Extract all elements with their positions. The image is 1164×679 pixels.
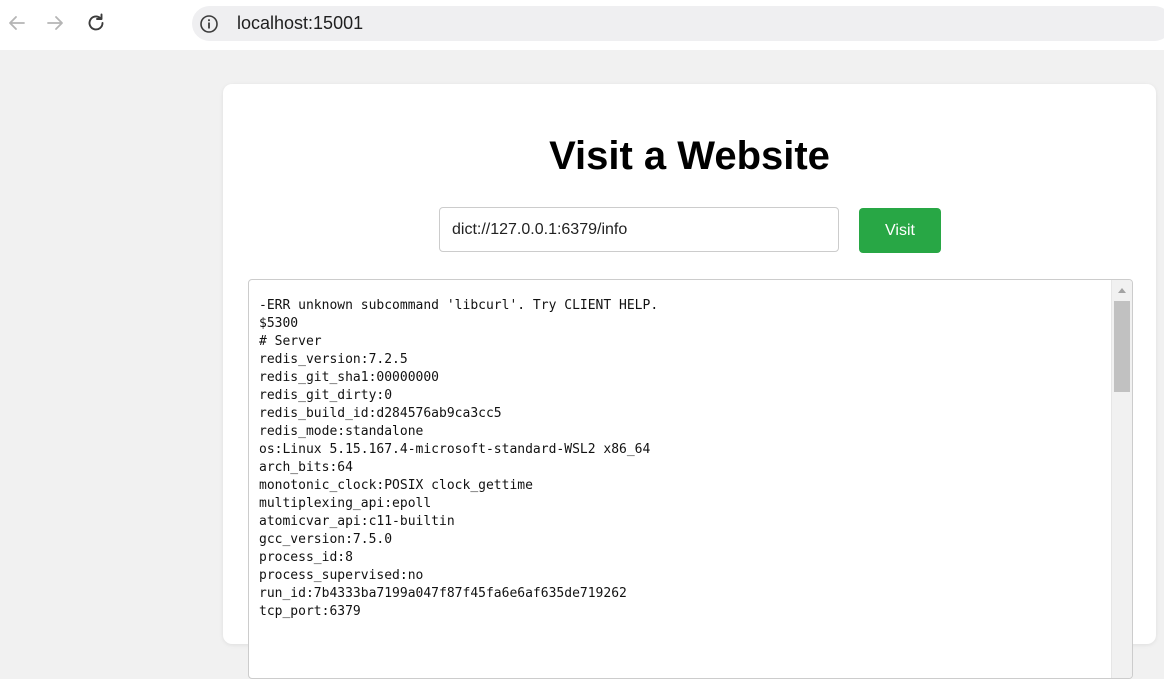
result-line: redis_git_sha1:00000000 bbox=[259, 370, 440, 385]
arrow-right-icon bbox=[47, 16, 63, 30]
result-line: run_id:7b4333ba7199a047f87f45fa6e6af635d… bbox=[259, 586, 627, 601]
result-line: gcc_version:7.5.0 bbox=[259, 532, 393, 547]
reload-icon bbox=[88, 13, 104, 31]
scrollbar[interactable] bbox=[1111, 280, 1132, 678]
result-line: # Server bbox=[259, 334, 322, 349]
result-line: redis_build_id:d284576ab9ca3cc5 bbox=[259, 406, 502, 421]
result-line: monotonic_clock:POSIX clock_gettime bbox=[259, 478, 533, 493]
triangle-up-icon bbox=[1118, 288, 1126, 293]
url-input[interactable] bbox=[439, 207, 839, 252]
result-line: atomicvar_api:c11-builtin bbox=[259, 514, 455, 529]
result-line: arch_bits:64 bbox=[259, 460, 353, 475]
reload-button[interactable] bbox=[83, 10, 109, 36]
visit-button[interactable]: Visit bbox=[859, 208, 941, 253]
result-line: tcp_port:6379 bbox=[259, 604, 361, 619]
result-line: $5300 bbox=[259, 316, 299, 331]
browser-toolbar: localhost:15001 bbox=[0, 0, 1164, 50]
main-card: Visit a Website Visit -ERR unknown subco… bbox=[223, 84, 1156, 679]
arrow-left-icon bbox=[9, 16, 25, 30]
info-icon[interactable] bbox=[199, 14, 219, 34]
result-line: process_id:8 bbox=[259, 550, 353, 565]
result-line: redis_version:7.2.5 bbox=[259, 352, 408, 367]
result-line: os:Linux 5.15.167.4-microsoft-standard-W… bbox=[259, 442, 651, 457]
result-output[interactable]: -ERR unknown subcommand 'libcurl'. Try C… bbox=[248, 279, 1133, 679]
result-text: -ERR unknown subcommand 'libcurl'. Try C… bbox=[259, 297, 658, 621]
scroll-up-button[interactable] bbox=[1112, 280, 1132, 300]
back-button[interactable] bbox=[4, 10, 30, 36]
result-line: process_supervised:no bbox=[259, 568, 424, 583]
result-line: multiplexing_api:epoll bbox=[259, 496, 432, 511]
result-line: redis_mode:standalone bbox=[259, 424, 424, 439]
result-line: redis_git_dirty:0 bbox=[259, 388, 393, 403]
address-bar[interactable]: localhost:15001 bbox=[192, 6, 1164, 41]
url-text[interactable]: localhost:15001 bbox=[237, 13, 363, 34]
forward-button[interactable] bbox=[42, 10, 68, 36]
scroll-thumb[interactable] bbox=[1114, 301, 1130, 392]
page-title: Visit a Website bbox=[549, 134, 830, 178]
result-line: -ERR unknown subcommand 'libcurl'. Try C… bbox=[259, 298, 659, 313]
